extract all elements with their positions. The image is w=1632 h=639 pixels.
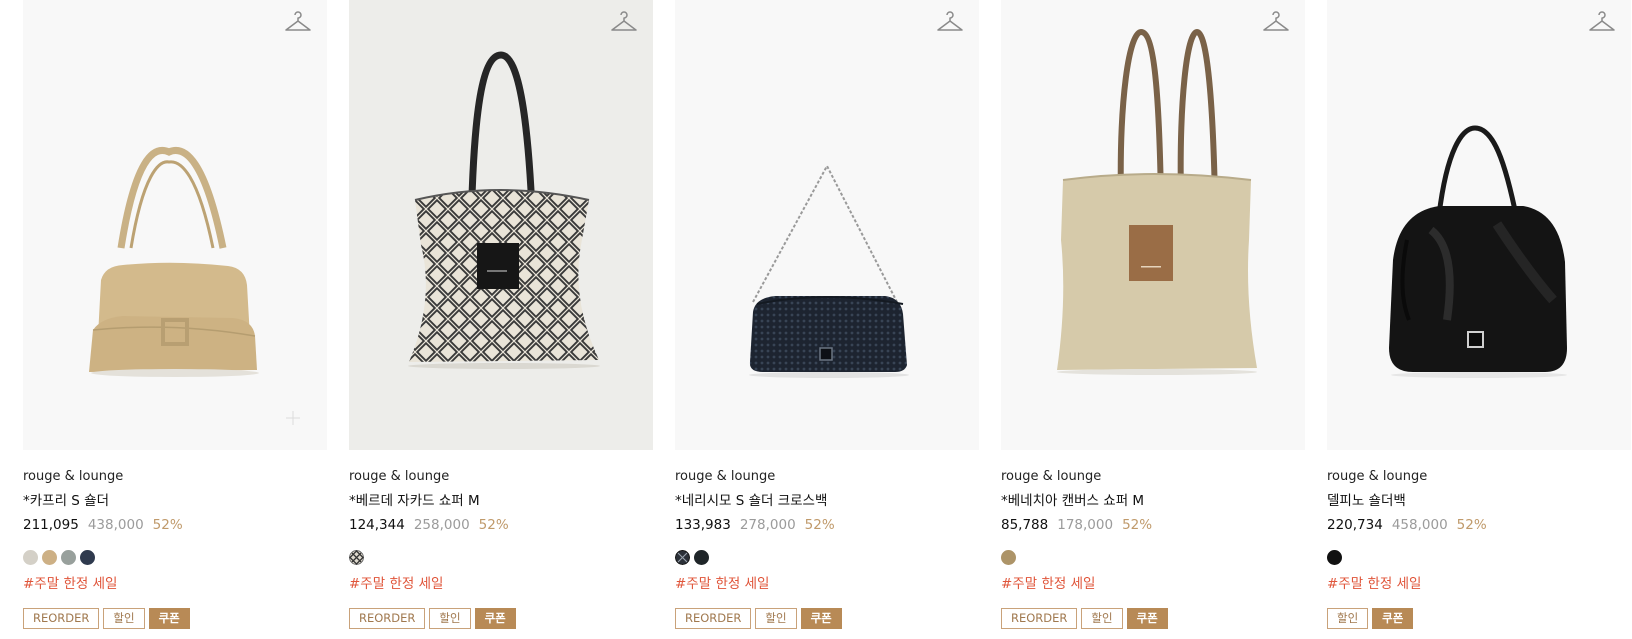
- promo-label: #주말 한정 세일: [1327, 576, 1422, 592]
- hanger-icon[interactable]: [1261, 8, 1291, 36]
- color-swatch[interactable]: [80, 550, 95, 565]
- beige-shoulder-bag-image: [89, 147, 259, 377]
- promo-label: #주말 한정 세일: [1001, 576, 1096, 592]
- reorder-tag: REORDER: [349, 608, 426, 629]
- tag-row: REORDER 할인 쿠폰: [23, 608, 327, 629]
- discount-tag: 할인: [1327, 608, 1369, 629]
- coupon-tag: 쿠폰: [1372, 608, 1414, 629]
- price-row: 124,344 258,000 52%: [349, 515, 653, 535]
- original-price: 178,000: [1057, 517, 1114, 533]
- price-row: 220,734 458,000 52%: [1327, 515, 1631, 535]
- jacquard-shopper-bag-image: [408, 51, 600, 369]
- discount-rate: 52%: [804, 517, 835, 533]
- product-card[interactable]: rouge & lounge *베네치아 캔버스 쇼퍼 M 85,788 178,…: [1001, 0, 1305, 629]
- product-name[interactable]: *베르데 자카드 쇼퍼 M: [349, 491, 653, 511]
- promo-label: #주말 한정 세일: [23, 576, 118, 592]
- brand-name[interactable]: rouge & lounge: [1327, 468, 1631, 486]
- color-swatch[interactable]: [42, 550, 57, 565]
- product-card[interactable]: rouge & lounge *베르데 자카드 쇼퍼 M 124,344 258,…: [349, 0, 653, 629]
- product-card[interactable]: rouge & lounge 델피노 숄더백 220,734 458,000 52%…: [1327, 0, 1631, 629]
- color-swatch[interactable]: [1001, 550, 1016, 565]
- black-leather-hobo-bag-image: [1389, 125, 1567, 378]
- sale-price: 133,983: [675, 517, 731, 533]
- navy-woven-chain-bag-image: [749, 163, 909, 378]
- tag-row: REORDER 할인 쿠폰: [675, 608, 979, 629]
- brand-name[interactable]: rouge & lounge: [23, 468, 327, 486]
- reorder-tag: REORDER: [1001, 608, 1078, 629]
- product-image[interactable]: [675, 0, 979, 450]
- color-swatches: [1327, 550, 1631, 566]
- promo-label: #주말 한정 세일: [349, 576, 444, 592]
- product-image[interactable]: [1001, 0, 1305, 450]
- product-name[interactable]: *카프리 S 숄더: [23, 491, 327, 511]
- color-swatches: [23, 550, 327, 566]
- coupon-tag: 쿠폰: [474, 608, 516, 629]
- color-swatch[interactable]: [1327, 550, 1342, 565]
- pattern-swatch[interactable]: [675, 550, 690, 565]
- coupon-tag: 쿠폰: [800, 608, 842, 629]
- product-image[interactable]: [1327, 0, 1631, 450]
- discount-tag: 할인: [103, 608, 145, 629]
- original-price: 438,000: [87, 517, 144, 533]
- tag-row: 할인 쿠폰: [1327, 608, 1631, 629]
- hanger-icon[interactable]: [283, 8, 313, 36]
- discount-tag: 할인: [1081, 608, 1123, 629]
- sale-price: 211,095: [23, 517, 79, 533]
- sale-price: 124,344: [349, 517, 405, 533]
- product-name[interactable]: 델피노 숄더백: [1327, 491, 1631, 511]
- original-price: 278,000: [739, 517, 796, 533]
- color-swatches: [349, 550, 653, 566]
- original-price: 258,000: [413, 517, 470, 533]
- price-row: 211,095 438,000 52%: [23, 515, 327, 535]
- promo-label: #주말 한정 세일: [675, 576, 770, 592]
- coupon-tag: 쿠폰: [1126, 608, 1168, 629]
- product-card[interactable]: rouge & lounge *카프리 S 숄더 211,095 438,000 5…: [23, 0, 327, 629]
- product-image[interactable]: [349, 0, 653, 450]
- reorder-tag: REORDER: [675, 608, 752, 629]
- brand-name[interactable]: rouge & lounge: [349, 468, 653, 486]
- color-swatches: [675, 550, 979, 566]
- color-swatch[interactable]: [694, 550, 709, 565]
- product-name[interactable]: *네리시모 S 숄더 크로스백: [675, 491, 979, 511]
- color-swatch[interactable]: [61, 550, 76, 565]
- product-card[interactable]: rouge & lounge *네리시모 S 숄더 크로스백 133,983 27…: [675, 0, 979, 629]
- pattern-swatch[interactable]: [349, 550, 364, 565]
- price-row: 133,983 278,000 52%: [675, 515, 979, 535]
- discount-rate: 52%: [1456, 517, 1487, 533]
- hanger-icon[interactable]: [935, 8, 965, 36]
- discount-tag: 할인: [755, 608, 797, 629]
- discount-tag: 할인: [429, 608, 471, 629]
- product-name[interactable]: *베네치아 캔버스 쇼퍼 M: [1001, 491, 1305, 511]
- sale-price: 85,788: [1001, 517, 1049, 533]
- original-price: 458,000: [1391, 517, 1448, 533]
- reorder-tag: REORDER: [23, 608, 100, 629]
- hanger-icon[interactable]: [609, 8, 639, 36]
- brand-name[interactable]: rouge & lounge: [1001, 468, 1305, 486]
- discount-rate: 52%: [152, 517, 183, 533]
- hanger-icon[interactable]: [1587, 8, 1617, 36]
- tag-row: REORDER 할인 쿠폰: [349, 608, 653, 629]
- price-row: 85,788 178,000 52%: [1001, 515, 1305, 535]
- color-swatches: [1001, 550, 1305, 566]
- product-image[interactable]: [23, 0, 327, 450]
- plus-icon[interactable]: [285, 410, 301, 426]
- color-swatch[interactable]: [23, 550, 38, 565]
- tag-row: REORDER 할인 쿠폰: [1001, 608, 1305, 629]
- coupon-tag: 쿠폰: [148, 608, 190, 629]
- discount-rate: 52%: [1122, 517, 1153, 533]
- canvas-shopper-bag-image: [1057, 28, 1257, 375]
- discount-rate: 52%: [478, 517, 509, 533]
- sale-price: 220,734: [1327, 517, 1383, 533]
- brand-name[interactable]: rouge & lounge: [675, 468, 979, 486]
